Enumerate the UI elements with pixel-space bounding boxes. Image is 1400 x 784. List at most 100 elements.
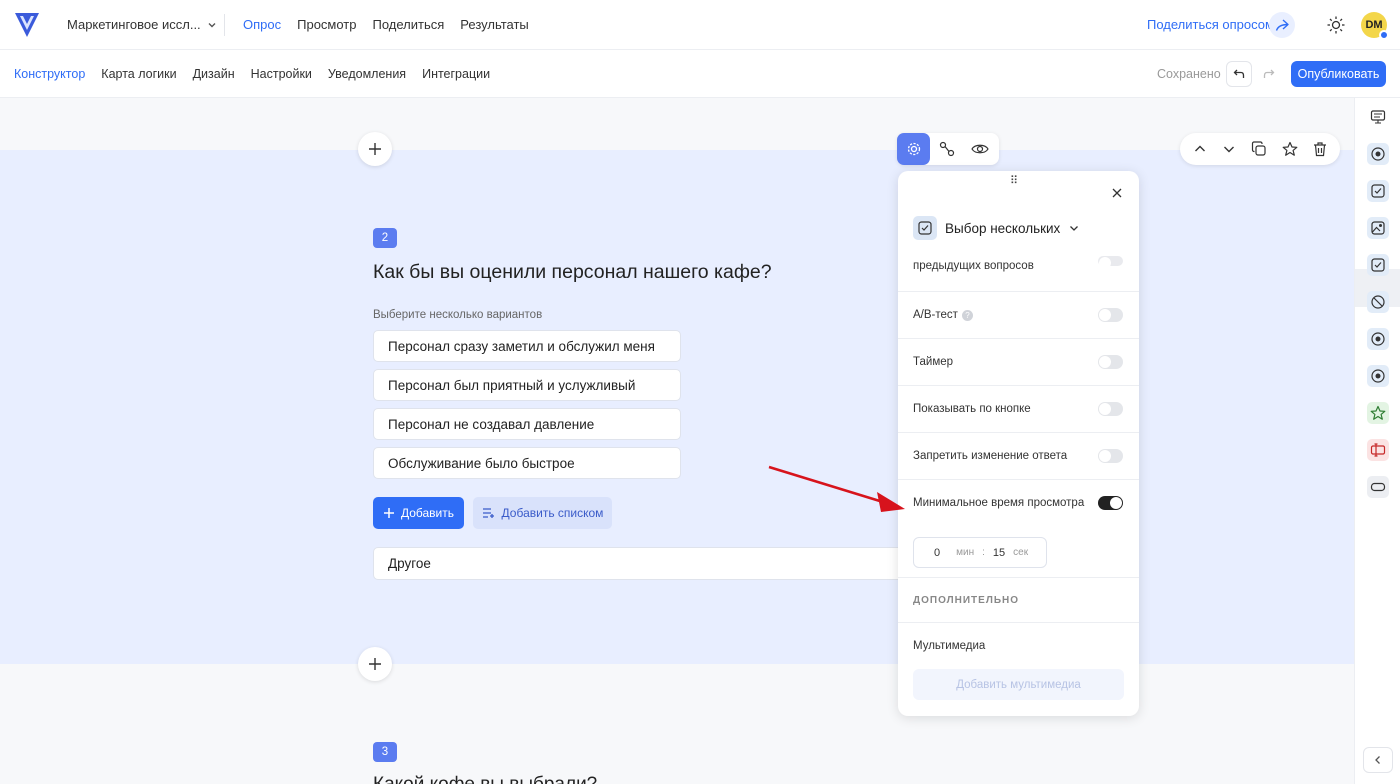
setting-label: Мультимедиа [913,640,986,652]
redo-button[interactable] [1258,61,1280,87]
radio-icon[interactable] [1367,365,1389,387]
nav-share[interactable]: Поделиться [373,17,445,32]
chevron-down-icon [208,22,216,27]
tab-constructor[interactable]: Конструктор [14,67,85,81]
undo-icon [1233,69,1245,78]
question-title[interactable]: Какой кофе вы выбрали? [373,774,597,784]
tab-settings[interactable]: Настройки [251,67,312,81]
star-icon[interactable] [1282,141,1298,157]
share-survey-link[interactable]: Поделиться опросом [1147,17,1274,32]
canvas-top [0,98,1354,150]
text-cursor-icon[interactable] [1367,439,1389,461]
toggle-switch[interactable] [1098,355,1123,369]
logic-icon [939,141,954,157]
button-icon[interactable] [1367,476,1389,498]
section-heading: ДОПОЛНИТЕЛЬНО [913,595,1020,606]
publish-button[interactable]: Опубликовать [1291,61,1386,87]
copy-icon[interactable] [1251,141,1267,157]
eye-icon [970,144,989,154]
add-option-label: Добавить [400,506,455,520]
answer-option[interactable]: Персонал не создавал давление [373,408,681,440]
other-option[interactable]: Другое [373,547,913,580]
add-list-button[interactable]: Добавить списком [473,497,612,529]
answer-option[interactable]: Персонал был приятный и услужливый [373,369,681,401]
chevron-up-icon[interactable] [1193,142,1207,156]
image-choice-icon[interactable] [1367,217,1389,239]
checkbox-icon[interactable] [1367,180,1389,202]
project-selector[interactable]: Маркетинговое иссл... [67,17,217,32]
canvas-bottom [0,664,1354,784]
seconds-unit: сек [1013,547,1029,558]
question-number: 3 [373,742,397,762]
add-option-button[interactable]: Добавить [373,497,464,529]
divider [898,577,1139,578]
theme-toggle[interactable] [1325,14,1347,36]
toggle-switch[interactable] [1098,402,1123,416]
undo-button[interactable] [1226,61,1252,87]
add-question-below-button[interactable] [358,647,392,681]
monitor-icon[interactable] [1367,106,1389,128]
question-title[interactable]: Как бы вы оценили персонал нашего кафе? [373,261,772,284]
tab-question-visibility[interactable] [963,133,996,165]
project-name: Маркетинговое иссл... [67,17,201,32]
setting-label: предыдущих вопросов [913,260,1034,272]
nav-preview[interactable]: Просмотр [297,17,356,32]
nav-results[interactable]: Результаты [460,17,528,32]
setting-lock-answer: Запретить изменение ответа [898,432,1139,479]
share-button[interactable] [1269,12,1295,38]
tab-integrations[interactable]: Интеграции [422,67,490,81]
plus-icon [369,143,381,155]
setting-timer: Таймер [898,338,1139,385]
divider [224,14,225,36]
tab-design[interactable]: Дизайн [193,67,235,81]
setting-label: Таймер [913,356,954,368]
question-number: 2 [373,228,397,248]
radio-icon[interactable] [1367,143,1389,165]
list-add-icon [482,508,494,518]
no-eye-icon[interactable] [1367,291,1389,313]
divider [898,622,1139,623]
chevron-down-icon[interactable] [1222,142,1236,156]
top-bar: Маркетинговое иссл... Опрос Просмотр Под… [0,0,1400,50]
minutes-value[interactable]: 0 [934,547,940,559]
editor-tabs: Конструктор Карта логики Дизайн Настройк… [14,67,490,81]
saved-status: Сохранено [1157,67,1221,81]
add-list-label: Добавить списком [501,506,604,520]
toggle-switch[interactable] [1098,308,1123,322]
logo-icon[interactable] [14,11,40,39]
seconds-value[interactable]: 15 [993,547,1005,559]
trash-icon[interactable] [1313,141,1327,157]
redo-icon [1263,69,1275,78]
avatar[interactable]: DM [1361,12,1389,40]
add-media-button[interactable]: Добавить мультимедиа [913,669,1124,700]
close-button[interactable] [1108,184,1126,202]
add-question-above-button[interactable] [358,132,392,166]
question-type-selector[interactable]: Выбор нескольких [913,216,1080,240]
question-tools [897,133,999,165]
close-icon [1112,188,1122,198]
radio-icon[interactable] [1367,328,1389,350]
toggle-switch-on[interactable] [1098,496,1123,510]
help-icon[interactable]: ? [961,309,973,321]
drag-handle-icon[interactable]: ⠿ [1010,174,1018,187]
minutes-unit: мин [956,547,975,558]
question-settings-panel: ⠿ Выбор нескольких предыдущих вопросов A… [898,171,1139,716]
star-icon[interactable] [1367,402,1389,424]
tab-question-logic[interactable] [930,133,963,165]
collapse-rail-button[interactable] [1363,747,1393,773]
tab-notifications[interactable]: Уведомления [328,67,406,81]
checkbox-icon[interactable] [1367,254,1389,276]
annotation-arrow [768,465,905,512]
toggle-switch[interactable] [1098,256,1123,269]
question-block-active[interactable] [0,150,1354,664]
min-view-time-input[interactable]: 0 мин : 15 сек [913,537,1047,568]
main-nav: Опрос Просмотр Поделиться Результаты [243,17,529,32]
answer-option[interactable]: Персонал сразу заметил и обслужил меня [373,330,681,362]
answer-option[interactable]: Обслуживание было быстрое [373,447,681,479]
setting-show-on-button: Показывать по кнопке [898,385,1139,432]
toggle-switch[interactable] [1098,449,1123,463]
tab-logic-map[interactable]: Карта логики [101,67,176,81]
nav-survey[interactable]: Опрос [243,17,281,32]
tab-question-settings[interactable] [897,133,930,165]
setting-ab-test: A/B-тест? [898,291,1139,338]
